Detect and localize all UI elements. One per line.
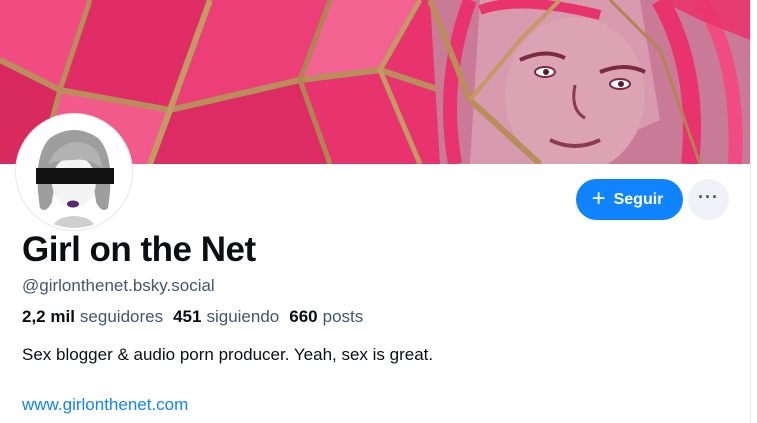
profile-handle: @girlonthenet.bsky.social xyxy=(22,276,215,295)
following-label: siguiendo xyxy=(206,307,280,326)
followers-label: seguidores xyxy=(79,307,164,326)
ellipsis-icon: ··· xyxy=(698,186,719,207)
following-count: 451 xyxy=(173,307,202,326)
posts-stat: 660 posts xyxy=(289,307,363,327)
more-options-button[interactable]: ··· xyxy=(688,179,729,220)
follow-button[interactable]: + Seguir xyxy=(576,179,683,220)
follow-button-label: Seguir xyxy=(613,190,664,208)
website-link[interactable]: www.girlonthenet.com xyxy=(22,395,188,415)
posts-label: posts xyxy=(322,307,364,326)
profile-stats: 2,2 mil seguidores 451 siguiendo 660 pos… xyxy=(22,307,363,327)
avatar[interactable] xyxy=(16,114,132,230)
followers-count: 2,2 mil xyxy=(22,307,75,326)
plus-icon: + xyxy=(591,184,606,212)
profile-card: + Seguir ··· Girl on the Net @girlonthen… xyxy=(0,0,751,423)
avatar-illustration xyxy=(18,116,130,228)
posts-count: 660 xyxy=(289,307,318,326)
followers-stat[interactable]: 2,2 mil seguidores xyxy=(22,307,163,327)
following-stat[interactable]: 451 siguiendo xyxy=(173,307,279,327)
profile-bio: Sex blogger & audio porn producer. Yeah,… xyxy=(22,345,434,364)
display-name: Girl on the Net xyxy=(22,230,256,269)
